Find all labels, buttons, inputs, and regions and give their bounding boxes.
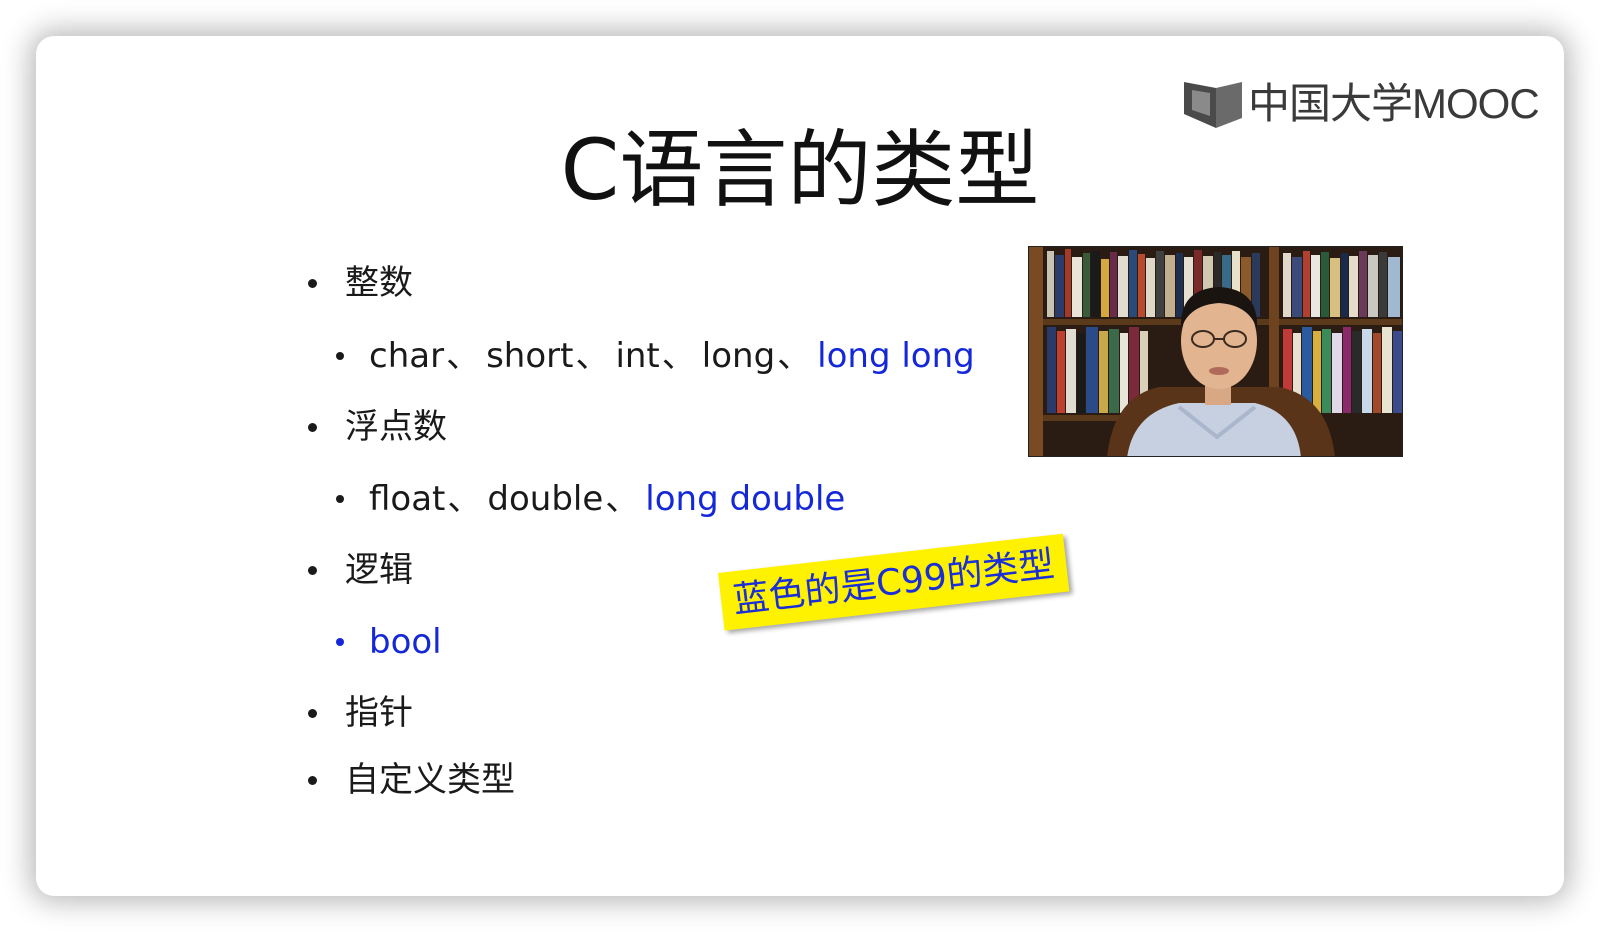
slide-title: C语言的类型 [560,121,1040,219]
sub-bullet-bool: bool [336,620,442,664]
type-char: char [369,336,445,376]
type-int: int [615,336,660,376]
mooc-logo: 中国大学MOOC [1182,78,1540,130]
bullet-label: 自定义类型 [345,760,515,800]
bullet-label: 逻辑 [345,550,413,590]
bullet-dot [308,775,317,785]
bullet-label: 整数 [345,263,413,303]
bullet-float: 浮点数 [308,405,447,449]
bullet-integer: 整数 [308,261,413,305]
bullet-logic: 逻辑 [308,548,413,592]
lecturer-video [1028,246,1403,457]
bullet-dot [336,352,344,360]
type-long: long [701,336,776,376]
bullet-dot [336,495,344,503]
slide: 中国大学MOOC C语言的类型 整数 char、 short、 int、 lon… [36,36,1564,896]
bullet-dot [308,708,317,718]
type-short: short [486,336,574,376]
logo-text: 中国大学MOOC [1248,80,1540,127]
bullet-pointer: 指针 [308,691,413,735]
bullet-dot [308,278,317,288]
bullet-label: 指针 [345,693,413,733]
sub-bullet-integer-types: char、 short、 int、 long、 long long [336,334,975,378]
bullet-dot [336,638,344,646]
bullet-custom-types: 自定义类型 [308,758,515,802]
bullet-label: 浮点数 [345,407,447,447]
type-double: double [487,479,604,519]
c99-note-sticker: 蓝色的是C99的类型 [718,533,1070,631]
sub-bullet-float-types: float、 double、 long double [336,477,845,521]
type-bool: bool [369,622,442,662]
type-long-long: long long [817,336,975,376]
type-float: float [369,479,446,519]
type-long-double: long double [645,479,846,519]
book-logo-icon [1184,82,1242,128]
bullet-dot [308,422,317,432]
bullet-dot [308,565,317,575]
